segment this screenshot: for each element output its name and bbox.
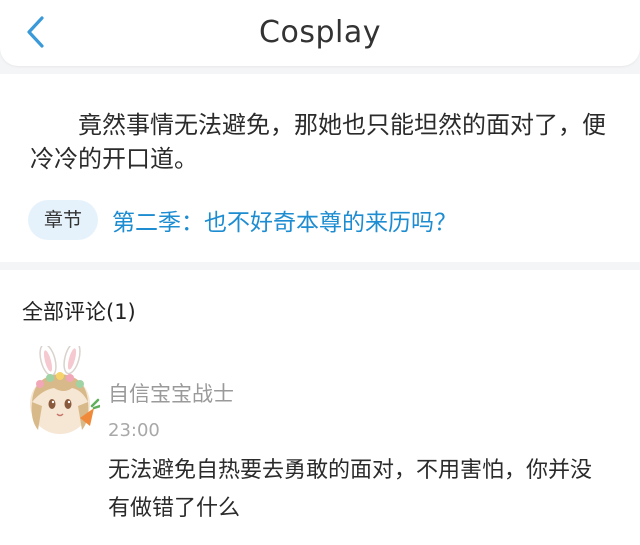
chapter-title-link[interactable]: 第二季：也不好奇本尊的来历吗？ [112, 203, 457, 237]
excerpt-card: 竟然事情无法避免，那她也只能坦然的面对了，便冷冷的开口道。 章节 第二季：也不好… [0, 74, 640, 262]
bunny-girl-avatar [30, 341, 102, 434]
comments-section: 全部评论(1) 自信宝宝战士 23:00 无法避免自热要去勇敢的面对，不用害怕，… [0, 270, 640, 545]
comment-text: 无法避免自热要去勇敢的面对，不用害怕，你并没有做错了什么 [108, 458, 593, 521]
user-avatar[interactable] [20, 341, 102, 436]
comment-time: 23:00 [108, 420, 160, 441]
chapter-row: 章节 第二季：也不好奇本尊的来历吗？ [28, 200, 457, 240]
comment-username[interactable]: 自信宝宝战士 [108, 378, 234, 408]
comments-header: 全部评论(1) [22, 300, 136, 324]
page-title: Cosplay [259, 15, 381, 50]
excerpt-text: 竟然事情无法避免，那她也只能坦然的面对了，便冷冷的开口道。 [30, 111, 606, 173]
top-navigation-bar: Cosplay [0, 0, 640, 66]
chapter-tag: 章节 [28, 200, 99, 240]
